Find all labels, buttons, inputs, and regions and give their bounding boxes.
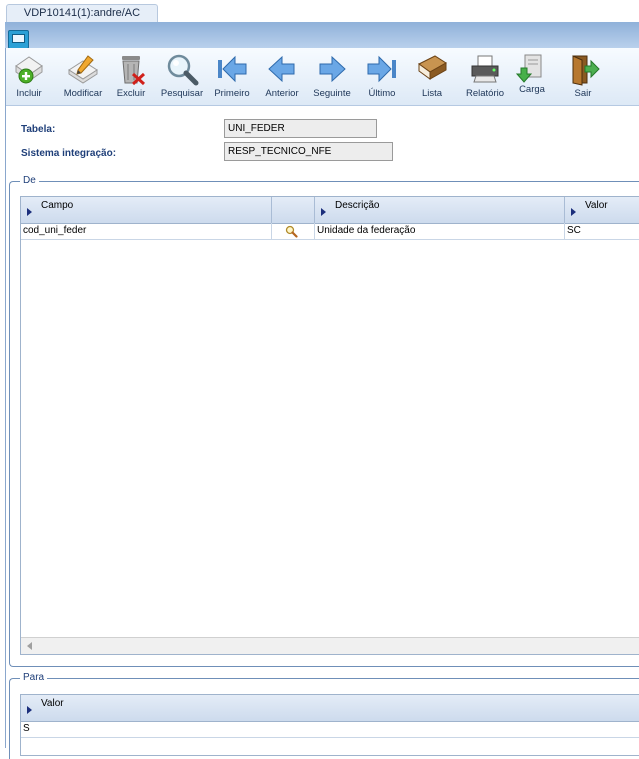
tabela-field[interactable]: UNI_FEDER [224,119,377,138]
para-group-title: Para [20,672,48,683]
cell-descricao[interactable]: Unidade da federação [315,223,565,239]
column-header-lookup[interactable] [272,197,315,223]
scroll-left-icon[interactable] [27,642,32,650]
seguinte-label: Seguinte [313,88,351,99]
primeiro-label: Primeiro [214,88,250,99]
horizontal-scrollbar[interactable] [21,637,639,654]
column-header-campo-label: Campo [41,200,74,211]
app-window-icon[interactable] [8,30,29,49]
load-icon [515,54,542,83]
ultimo-label: Último [368,88,396,99]
carga-button[interactable]: Carga [515,50,547,104]
ultimo-button[interactable]: Último [364,50,400,104]
column-header-campo[interactable]: Campo [21,197,272,223]
primeiro-button[interactable]: Primeiro [214,50,250,104]
pesquisar-button[interactable]: Pesquisar [161,50,203,104]
relatorio-label: Relatório [465,88,505,99]
seguinte-button[interactable]: Seguinte [313,50,351,104]
delete-icon [122,56,146,86]
tabela-label: Tabela: [21,124,56,135]
tab-strip: VDP10141(1):andre/AC [0,0,639,22]
sort-arrow-icon [27,706,32,714]
column-header-valor-label: Valor [41,698,64,709]
excluir-button[interactable]: Excluir [116,50,146,104]
column-header-valor[interactable]: Valor [565,197,639,223]
column-header-valor[interactable]: Valor [21,695,639,721]
exit-icon [572,55,600,86]
anterior-label: Anterior [265,88,299,99]
de-grid: Campo Descrição Valor cod_uni_feder Unid… [20,196,639,655]
excluir-label: Excluir [116,88,146,99]
column-header-descricao-label: Descrição [335,200,380,211]
incluir-label: Incluir [16,88,42,99]
printer-icon [471,55,499,83]
next-icon [319,55,346,83]
pesquisar-label: Pesquisar [160,88,204,99]
cell-valor[interactable]: SC [565,223,639,239]
sair-label: Sair [574,88,592,99]
first-icon [218,55,247,83]
list-icon [418,55,447,80]
lookup-search-icon[interactable] [285,225,298,238]
carga-label: Carga [519,84,545,95]
para-grid-header: Valor [21,695,639,722]
last-icon [367,55,396,83]
para-grid: Valor S [20,694,639,756]
sistema-integracao-field[interactable]: RESP_TECNICO_NFE [224,142,393,161]
cell-valor[interactable]: S [21,721,638,737]
cell-campo[interactable]: cod_uni_feder [21,223,272,239]
lista-label: Lista [421,88,443,99]
lista-button[interactable]: Lista [415,50,449,104]
modificar-button[interactable]: Modificar [63,50,103,104]
modificar-label: Modificar [63,88,103,99]
de-grid-header: Campo Descrição Valor [21,197,639,224]
toolbar: Incluir Modificar Excluir Pesquisar Prim… [6,48,639,106]
column-header-descricao[interactable]: Descrição [315,197,565,223]
relatorio-button[interactable]: Relatório [466,50,504,104]
window-title-bar [5,22,639,48]
sort-arrow-icon [321,208,326,216]
previous-icon [268,55,295,83]
sistema-integracao-label: Sistema integração: [21,148,117,159]
sort-arrow-icon [27,208,32,216]
add-icon [15,56,43,84]
table-row[interactable]: S [21,721,639,738]
column-header-valor-label: Valor [585,200,608,211]
sort-arrow-icon [571,208,576,216]
sair-button[interactable]: Sair [566,50,600,104]
table-row[interactable]: cod_uni_feder Unidade da federação SC [21,223,639,240]
search-icon [167,54,199,86]
tab-document[interactable]: VDP10141(1):andre/AC [6,4,158,22]
de-group-title: De [20,175,39,186]
incluir-button[interactable]: Incluir [12,50,46,104]
edit-icon [68,55,98,84]
anterior-button[interactable]: Anterior [265,50,299,104]
cell-lookup[interactable] [272,223,315,239]
